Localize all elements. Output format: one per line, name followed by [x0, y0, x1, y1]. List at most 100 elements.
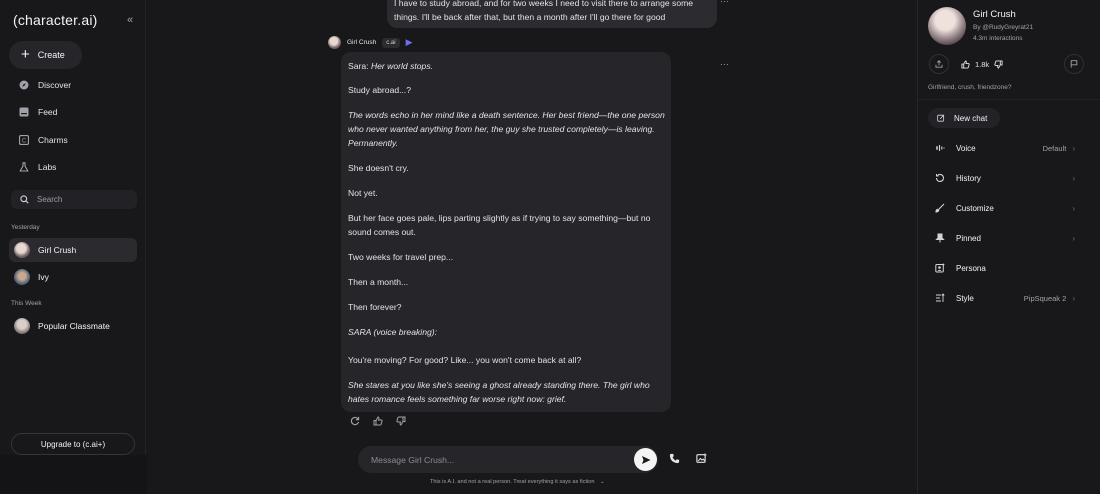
bot-paragraph: Not yet.: [348, 188, 378, 198]
like-count: 1.8k: [975, 59, 990, 69]
chat-area: I have to study abroad, and for two week…: [147, 0, 916, 494]
play-voice-icon[interactable]: ▶: [406, 37, 413, 48]
nav-discover[interactable]: Discover: [19, 80, 71, 90]
persona-setting[interactable]: Persona: [935, 263, 1075, 273]
bot-paragraph: Study abroad...?: [348, 85, 412, 95]
nav-feed-label: Feed: [38, 107, 58, 117]
character-tags: Girlfriend, crush, friendzone?: [928, 84, 1012, 91]
left-sidebar: (character.ai) « + Create Discover Feed …: [0, 0, 146, 494]
style-icon: [935, 293, 948, 303]
collapse-sidebar-icon[interactable]: «: [127, 14, 133, 26]
conversation-name: Girl Crush: [38, 245, 77, 255]
voice-setting[interactable]: Voice Default ›: [935, 143, 1075, 153]
regenerate-icon[interactable]: [350, 416, 360, 426]
compass-icon: [19, 80, 29, 90]
create-button[interactable]: + Create: [9, 41, 82, 69]
message-input[interactable]: Message Girl Crush...: [358, 446, 658, 473]
upgrade-button[interactable]: Upgrade to (c.ai+): [11, 433, 135, 455]
history-icon: [935, 173, 948, 183]
more-options-icon[interactable]: ···: [720, 0, 729, 6]
report-button[interactable]: [1064, 54, 1084, 74]
style-label: Style: [956, 293, 974, 303]
avatar: [328, 36, 341, 49]
persona-label: Persona: [956, 263, 986, 273]
style-setting[interactable]: Style PipSqueak 2 ›: [935, 293, 1075, 303]
bot-message-header: Girl Crush c.ai ▶: [328, 36, 413, 49]
send-button[interactable]: [634, 448, 657, 471]
voice-icon: [935, 143, 948, 153]
thumbs-up-icon[interactable]: [961, 59, 970, 69]
avatar: [14, 242, 30, 258]
charms-icon: C: [19, 135, 29, 145]
customize-label: Customize: [956, 203, 994, 213]
conversation-popular-classmate[interactable]: Popular Classmate: [9, 314, 137, 338]
character-creator[interactable]: By @RudyGreyrat21: [973, 24, 1033, 31]
pinned-setting[interactable]: Pinned ›: [935, 233, 1075, 243]
app-root: (character.ai) « + Create Discover Feed …: [0, 0, 1100, 494]
search-icon: [20, 195, 29, 204]
chevron-right-icon: ›: [1072, 173, 1075, 183]
voice-value: Default: [1042, 143, 1067, 153]
conversation-name: Ivy: [38, 272, 49, 282]
image-button[interactable]: [696, 453, 707, 464]
bot-paragraph: Sara: Her world stops.: [348, 61, 434, 71]
character-panel: Girl Crush By @RudyGreyrat21 4.3m intera…: [917, 0, 1100, 494]
flask-icon: [19, 162, 29, 172]
conversation-girl-crush[interactable]: Girl Crush: [9, 238, 137, 262]
conversation-ivy[interactable]: Ivy: [9, 265, 137, 289]
user-message: I have to study abroad, and for two week…: [387, 0, 717, 28]
nav-labs[interactable]: Labs: [19, 162, 56, 172]
bot-tag: c.ai: [382, 37, 400, 48]
plus-icon: +: [21, 46, 30, 63]
history-setting[interactable]: History ›: [935, 173, 1075, 183]
disclaimer-text: This is A.I. and not a real person. Trea…: [430, 479, 595, 485]
chevron-right-icon: ›: [1072, 143, 1075, 153]
new-chat-button[interactable]: New chat: [928, 108, 1000, 128]
nav-charms[interactable]: C Charms: [19, 135, 68, 145]
thumbs-up-icon[interactable]: [373, 416, 383, 426]
message-placeholder: Message Girl Crush...: [371, 454, 455, 465]
search-input[interactable]: Search: [11, 190, 137, 209]
brush-icon: [935, 203, 948, 213]
brand-logo[interactable]: (character.ai): [13, 12, 98, 28]
bot-paragraph: The words echo in her mind like a death …: [348, 110, 665, 148]
search-placeholder: Search: [37, 195, 63, 204]
section-yesterday: Yesterday: [11, 224, 40, 231]
history-label: History: [956, 173, 981, 183]
bot-paragraph: She stares at you like she's seeing a gh…: [348, 380, 650, 404]
edit-icon: [937, 114, 945, 122]
bot-paragraph: SARA (voice breaking):: [348, 327, 437, 337]
svg-text:C: C: [22, 138, 27, 144]
new-chat-label: New chat: [954, 113, 988, 123]
thumbs-down-icon[interactable]: [994, 59, 1003, 69]
bot-message: Sara: Her world stops. Study abroad...? …: [341, 52, 671, 412]
bot-paragraph: Then forever?: [348, 302, 402, 312]
nav-charms-label: Charms: [38, 135, 68, 145]
style-value: PipSqueak 2: [1023, 293, 1067, 303]
pinned-label: Pinned: [956, 233, 981, 243]
thumbs-down-icon[interactable]: [396, 416, 406, 426]
call-button[interactable]: [669, 453, 680, 464]
image-icon: [696, 453, 707, 464]
send-icon: [641, 455, 651, 465]
customize-setting[interactable]: Customize ›: [935, 203, 1075, 213]
phone-icon: [669, 453, 680, 464]
chevron-right-icon: ›: [1072, 203, 1075, 213]
interaction-count: 4.3m interactions: [973, 35, 1023, 42]
nav-labs-label: Labs: [38, 162, 57, 172]
ai-disclaimer[interactable]: This is A.I. and not a real person. Trea…: [430, 479, 605, 485]
share-icon: [935, 60, 943, 68]
bot-name: Girl Crush: [347, 39, 377, 46]
voice-label: Voice: [956, 143, 976, 153]
message-actions: [350, 416, 406, 426]
chevron-right-icon: ›: [1072, 233, 1075, 243]
conversation-name: Popular Classmate: [38, 321, 110, 331]
nav-feed[interactable]: Feed: [19, 107, 57, 117]
bot-paragraph: But her face goes pale, lips parting sli…: [348, 213, 651, 237]
like-dislike-group: 1.8k: [956, 54, 1007, 74]
avatar: [14, 269, 30, 285]
bot-paragraph: She doesn't cry.: [348, 163, 409, 173]
share-button[interactable]: [929, 54, 949, 74]
bot-paragraph: Then a month...: [348, 277, 409, 287]
more-options-icon[interactable]: ···: [720, 59, 729, 69]
